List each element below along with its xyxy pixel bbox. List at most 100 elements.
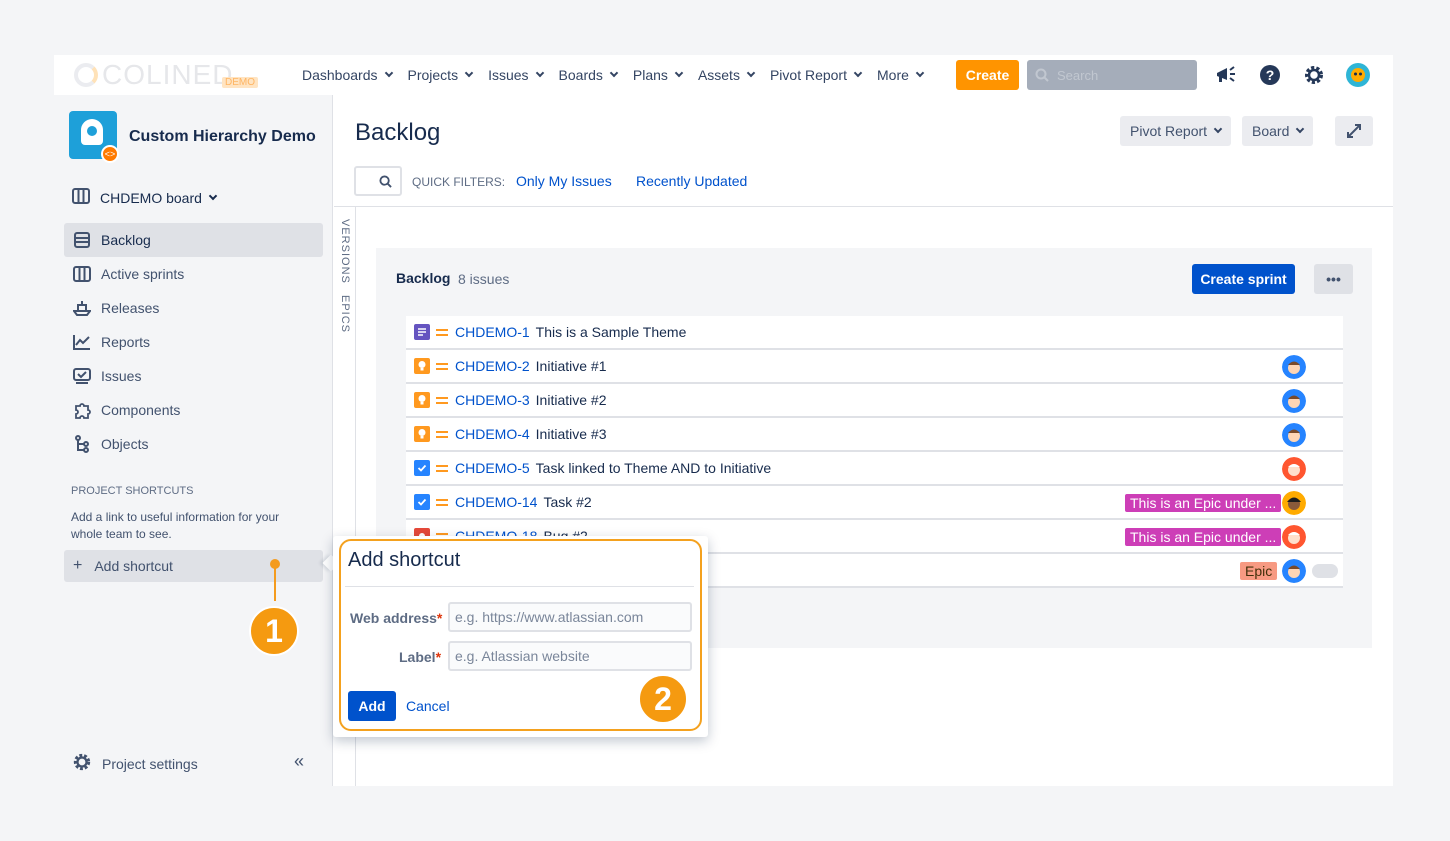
tab-versions[interactable]: VERSIONS	[339, 219, 351, 284]
theme-icon	[414, 324, 430, 340]
assignee-avatar[interactable]	[1282, 525, 1306, 549]
create-sprint-button[interactable]: Create sprint	[1192, 264, 1295, 294]
priority-medium-icon	[436, 394, 448, 407]
issue-key[interactable]: CHDEMO-4	[455, 426, 530, 442]
logo[interactable]: COLINED DEMO	[74, 59, 258, 91]
search-input[interactable]: Search	[1027, 60, 1197, 90]
epic-label[interactable]: Epic	[1240, 562, 1278, 580]
assignee-avatar[interactable]	[1282, 389, 1306, 413]
issue-key[interactable]: CHDEMO-5	[455, 460, 530, 476]
issue-summary: Task #2	[543, 494, 592, 510]
add-button[interactable]: Add	[348, 691, 396, 721]
collapse-sidebar-button[interactable]: «	[294, 751, 304, 772]
user-avatar[interactable]	[1346, 63, 1370, 87]
issue-summary: Initiative #2	[535, 392, 607, 408]
create-button[interactable]: Create	[956, 60, 1019, 90]
issue-key[interactable]: CHDEMO-2	[455, 358, 530, 374]
sidebar-item-components[interactable]: Components	[64, 393, 323, 427]
top-icons: ?	[1214, 63, 1390, 87]
nav-more[interactable]: More	[877, 67, 925, 83]
epic-label[interactable]: This is an Epic under ...	[1125, 528, 1282, 546]
board-button-label: Board	[1252, 123, 1290, 139]
label-field[interactable]	[448, 641, 692, 671]
nav-label: Projects	[407, 67, 459, 83]
chevron-down-icon	[674, 68, 684, 78]
priority-medium-icon	[436, 496, 448, 509]
pivot-report-button[interactable]: Pivot Report	[1120, 116, 1232, 146]
filter-recently-updated[interactable]: Recently Updated	[636, 173, 747, 189]
issue-summary: This is a Sample Theme	[535, 324, 687, 340]
callout-line	[274, 561, 276, 601]
issue-key[interactable]: CHDEMO-14	[455, 494, 537, 510]
assignee-avatar[interactable]	[1282, 491, 1306, 515]
fullscreen-button[interactable]	[1335, 116, 1373, 146]
nav-pivot-report[interactable]: Pivot Report	[770, 67, 863, 83]
sidebar-item-reports[interactable]: Reports	[64, 325, 323, 359]
nav-label: More	[877, 67, 909, 83]
assignee-avatar[interactable]	[1282, 559, 1306, 583]
nav-boards[interactable]: Boards	[559, 67, 619, 83]
toggle-switch[interactable]	[1312, 564, 1338, 578]
cancel-button[interactable]: Cancel	[406, 698, 450, 714]
sidebar-item-issues[interactable]: Issues	[64, 359, 323, 393]
sidebar-item-releases[interactable]: Releases	[64, 291, 323, 325]
help-icon[interactable]: ?	[1258, 63, 1282, 87]
callout-1: 1	[249, 606, 299, 656]
nav-label: Issues	[488, 67, 529, 83]
issue-row[interactable]: CHDEMO-2 Initiative #1	[406, 350, 1343, 384]
issue-summary: Task linked to Theme AND to Initiative	[535, 460, 772, 476]
sidebar-item-objects[interactable]: Objects	[64, 427, 323, 461]
backlog-title: Backlog	[396, 270, 451, 286]
ship-icon	[72, 298, 92, 318]
megaphone-icon[interactable]	[1214, 63, 1238, 87]
web-address-label: Web address*	[350, 610, 442, 626]
nav-plans[interactable]: Plans	[633, 67, 684, 83]
chevron-down-icon	[464, 68, 474, 78]
chevron-down-icon	[535, 68, 544, 78]
issue-row[interactable]: CHDEMO-1 This is a Sample Theme	[406, 316, 1343, 350]
issue-key[interactable]: CHDEMO-1	[455, 324, 530, 340]
issue-row[interactable]: CHDEMO-3 Initiative #2	[406, 384, 1343, 418]
nav-assets[interactable]: Assets	[697, 67, 756, 83]
logo-icon	[74, 63, 98, 87]
nav-menu: Dashboards Projects Issues Boards Plans …	[302, 55, 939, 95]
puzzle-icon	[72, 400, 92, 420]
issue-count: 8 issues	[458, 271, 510, 287]
task-icon	[414, 460, 430, 476]
issue-row[interactable]: CHDEMO-14 Task #2 This is an Epic under …	[406, 486, 1343, 520]
chevron-down-icon	[746, 68, 756, 78]
project-avatar[interactable]: <>	[69, 111, 119, 163]
issue-row[interactable]: CHDEMO-5 Task linked to Theme AND to Ini…	[406, 452, 1343, 486]
board-selector[interactable]: CHDEMO board	[72, 188, 218, 207]
issue-key[interactable]: CHDEMO-3	[455, 392, 530, 408]
issue-row[interactable]: CHDEMO-4 Initiative #3	[406, 418, 1343, 452]
nav-dashboards[interactable]: Dashboards	[302, 67, 393, 83]
sidebar-item-active-sprints[interactable]: Active sprints	[64, 257, 323, 291]
shortcuts-heading: PROJECT SHORTCUTS	[71, 485, 194, 497]
gear-icon[interactable]	[1302, 63, 1326, 87]
nav-issues[interactable]: Issues	[488, 67, 544, 83]
project-settings-label: Project settings	[102, 755, 198, 772]
nav-label: Assets	[697, 67, 740, 83]
nav-projects[interactable]: Projects	[407, 67, 474, 83]
divider	[345, 586, 694, 587]
backlog-icon	[72, 230, 92, 250]
issue-summary: Initiative #3	[535, 426, 607, 442]
assignee-avatar[interactable]	[1282, 423, 1306, 447]
web-address-field[interactable]	[448, 602, 692, 632]
add-shortcut-button[interactable]: + Add shortcut	[64, 550, 323, 582]
gear-icon	[72, 752, 92, 775]
assignee-avatar[interactable]	[1282, 355, 1306, 379]
task-icon	[414, 494, 430, 510]
filter-search-input[interactable]	[354, 166, 402, 196]
assignee-avatar[interactable]	[1282, 457, 1306, 481]
dialog-title: Add shortcut	[348, 549, 461, 571]
tab-epics[interactable]: EPICS	[339, 295, 351, 333]
sidebar-item-backlog[interactable]: Backlog	[64, 223, 323, 257]
project-settings-link[interactable]: Project settings	[72, 752, 198, 775]
sidebar-item-label: Backlog	[101, 232, 151, 248]
board-button[interactable]: Board	[1242, 116, 1314, 146]
epic-label[interactable]: This is an Epic under ...	[1125, 494, 1282, 512]
filter-only-my-issues[interactable]: Only My Issues	[516, 173, 612, 189]
more-actions-button[interactable]: •••	[1314, 264, 1353, 294]
